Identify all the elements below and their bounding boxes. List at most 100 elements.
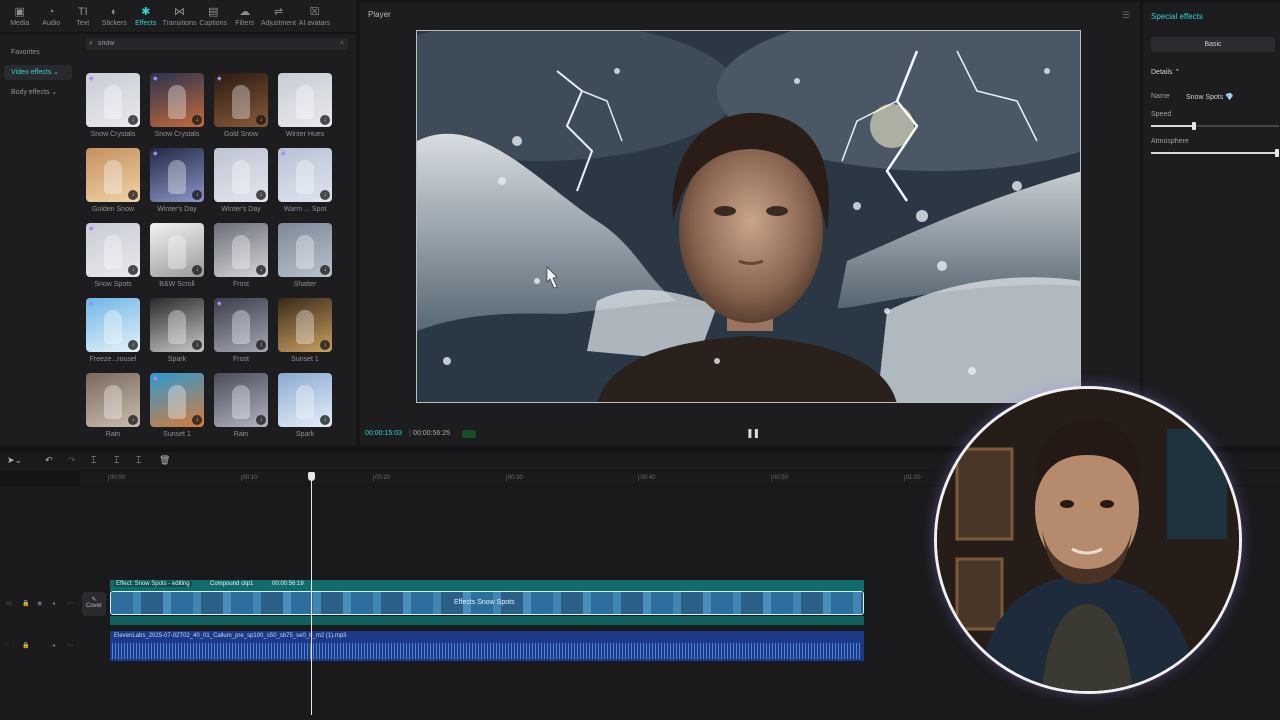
delete-icon[interactable]: 🗑	[159, 455, 170, 466]
effect-card[interactable]: ↓ Rain	[214, 373, 268, 441]
audio-more-icon[interactable]: ⋯	[67, 642, 73, 649]
menu-icon[interactable]: ☰	[1122, 10, 1130, 21]
effect-card[interactable]: ◆ ↓ Snow Crystals	[86, 73, 140, 141]
download-icon[interactable]: ↓	[192, 415, 202, 425]
undo-icon[interactable]: ↶	[45, 455, 53, 466]
tab-audio[interactable]: ◔ Audio	[36, 0, 68, 32]
cover-button[interactable]: ✎ Cover	[82, 592, 106, 616]
tab-stickers[interactable]: ◐ Stickers	[99, 0, 131, 32]
download-icon[interactable]: ↓	[320, 115, 330, 125]
download-icon[interactable]: ↓	[320, 190, 330, 200]
atmosphere-slider-handle[interactable]	[1275, 149, 1279, 157]
audio-clip[interactable]: ElevenLabs_2025-07-02T02_40_01_Callum_pr…	[110, 631, 864, 661]
speed-slider-handle[interactable]	[1191, 122, 1196, 130]
tab-media[interactable]: ▣ Media	[4, 0, 36, 32]
effect-card[interactable]: ◆ ↓ Snow Spots	[86, 223, 140, 291]
effect-thumbnail: ↓	[86, 148, 140, 202]
atmosphere-slider[interactable]	[1151, 149, 1279, 157]
visibility-icon[interactable]: ◉	[37, 600, 42, 607]
sidebar-item-body-effects[interactable]: Body effects ⌄	[4, 85, 72, 100]
tab-label: Media	[10, 19, 30, 27]
thumbnail-figure	[296, 85, 314, 119]
tab-basic[interactable]: Basic	[1151, 37, 1275, 52]
effect-card[interactable]: ↓ Spark	[278, 373, 332, 441]
ruler-tick	[771, 475, 772, 481]
tab-transitions[interactable]: ⋈ Transitions	[162, 0, 198, 32]
download-icon[interactable]: ↓	[320, 265, 330, 275]
download-icon[interactable]: ↓	[192, 340, 202, 350]
tab-adjustment[interactable]: ⇌ Adjustment	[261, 0, 297, 32]
effect-card[interactable]: ↓ Frost	[214, 223, 268, 291]
download-icon[interactable]: ↓	[128, 340, 138, 350]
tab-effects[interactable]: ✱ Effects	[130, 0, 162, 32]
download-icon[interactable]: ↓	[192, 190, 202, 200]
effect-label: Winter's Day	[221, 206, 261, 213]
speed-slider[interactable]	[1151, 122, 1279, 130]
clip-underlay	[110, 616, 864, 625]
effect-track-strip[interactable]: Effect: Snow Spots - editing Compound cl…	[110, 580, 864, 591]
video-preview[interactable]	[416, 30, 1081, 403]
download-icon[interactable]: ↓	[128, 190, 138, 200]
premium-gem-icon: ◆	[89, 226, 94, 232]
tab-text[interactable]: TI Text	[67, 0, 99, 32]
effect-card[interactable]: ◆ ↓ Gold Snow	[214, 73, 268, 141]
tab-captions[interactable]: ▤ Captions	[198, 0, 230, 32]
more-icon[interactable]: ⋯	[67, 600, 73, 607]
effect-label: Rain	[233, 431, 249, 438]
effect-card[interactable]: ◆ ↓ Frost	[214, 298, 268, 366]
effect-card[interactable]: ↓ Rain	[86, 373, 140, 441]
sidebar-item-favorites[interactable]: Favorites	[4, 45, 72, 60]
effect-card[interactable]: ◆ ↓ Sunset 1	[150, 373, 204, 441]
thumbnail-figure	[232, 160, 250, 194]
clear-search-icon[interactable]: ×	[340, 38, 344, 50]
effect-card[interactable]: ↓ Sunset 1	[278, 298, 332, 366]
effect-card[interactable]: ↓ Winter's Day	[214, 148, 268, 216]
tab-ai-avatars[interactable]: ☒ AI avatars	[297, 0, 333, 32]
download-icon[interactable]: ↓	[128, 265, 138, 275]
effect-card[interactable]: ↓ B&W Scroll	[150, 223, 204, 291]
thumbnail-figure	[168, 160, 186, 194]
render-status-icon	[462, 430, 476, 438]
split-right-icon[interactable]: ⌶	[136, 455, 141, 466]
effect-card[interactable]: ↓ Spark	[150, 298, 204, 366]
effect-label: Frost	[233, 281, 249, 288]
effect-card[interactable]: ◆ ↓ Winter's Day	[150, 148, 204, 216]
lock-icon[interactable]: 🔒	[22, 600, 29, 607]
audio-lock-icon[interactable]: 🔒	[22, 642, 29, 649]
download-icon[interactable]: ↓	[256, 265, 266, 275]
effect-card[interactable]: ↓ Shatter	[278, 223, 332, 291]
download-icon[interactable]: ↓	[256, 115, 266, 125]
video-clip[interactable]: Effects Snow Spots	[110, 591, 864, 615]
tab-filters[interactable]: ☁ Filters	[229, 0, 261, 32]
playhead[interactable]	[311, 472, 312, 715]
select-tool-icon[interactable]: ➤⌄	[7, 455, 22, 466]
download-icon[interactable]: ↓	[320, 415, 330, 425]
search-input[interactable]: ⌕ snow ×	[86, 38, 348, 50]
download-icon[interactable]: ↓	[256, 190, 266, 200]
download-icon[interactable]: ↓	[192, 115, 202, 125]
speed-fill	[1151, 125, 1192, 127]
effect-thumbnail: ◆ ↓	[86, 223, 140, 277]
split-icon[interactable]: ⌶	[91, 455, 96, 466]
redo-icon[interactable]: ↷	[68, 455, 76, 466]
split-left-icon[interactable]: ⌶	[114, 455, 119, 466]
download-icon[interactable]: ↓	[128, 415, 138, 425]
sidebar-item-video-effects[interactable]: Video effects ⌄	[4, 65, 72, 80]
download-icon[interactable]: ↓	[128, 115, 138, 125]
effect-card[interactable]: ◆ ↓ Snow Crystals	[150, 73, 204, 141]
download-icon[interactable]: ↓	[256, 340, 266, 350]
effect-thumbnail: ◆ ↓	[214, 298, 268, 352]
mute-icon[interactable]: ◂	[52, 642, 55, 649]
effect-card[interactable]: ◆ ↓ Freeze...rousel	[86, 298, 140, 366]
effect-card[interactable]: ↓ Winter Hues	[278, 73, 332, 141]
download-icon[interactable]: ↓	[320, 340, 330, 350]
effect-card[interactable]: ◆ ↓ Warm ... Spot	[278, 148, 332, 216]
download-icon[interactable]: ↓	[256, 415, 266, 425]
details-toggle[interactable]: Details ⌃	[1151, 68, 1180, 76]
effect-card[interactable]: ↓ Golden Snow	[86, 148, 140, 216]
download-icon[interactable]: ↓	[192, 265, 202, 275]
pause-button[interactable]: ❚❚	[746, 428, 760, 439]
audio-toggle-icon[interactable]: ◂	[52, 600, 55, 607]
effect-label: Snow Crystals	[154, 131, 200, 138]
playhead-handle[interactable]	[308, 472, 315, 481]
